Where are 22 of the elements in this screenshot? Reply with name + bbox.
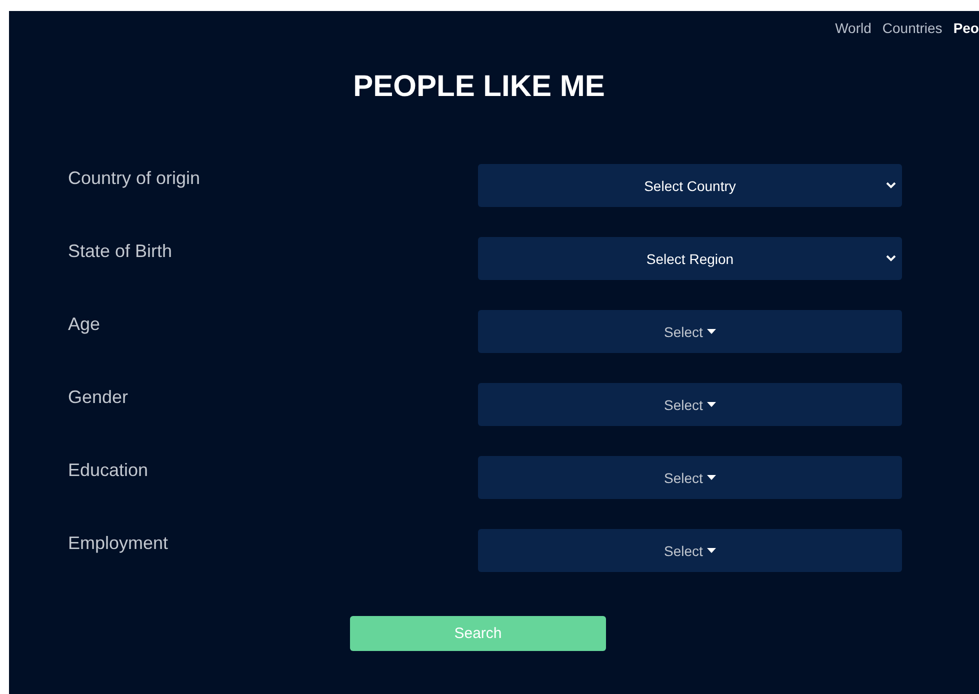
caret-icon <box>706 329 716 334</box>
nav-link[interactable]: World <box>835 20 872 40</box>
field-label: Country of origin <box>68 167 202 190</box>
dropdown-button[interactable]: Select <box>478 383 902 426</box>
field-label: State of Birth <box>68 240 174 263</box>
chevron-down-icon <box>886 254 896 262</box>
field-label: Age <box>68 313 102 336</box>
field-label: Education <box>68 459 150 482</box>
nav-link[interactable]: Peo <box>953 20 979 40</box>
select-field[interactable]: Select Region <box>478 237 902 280</box>
field-label: Gender <box>68 386 130 409</box>
field-label: Employment <box>68 532 170 555</box>
caret-icon <box>706 475 716 480</box>
nav-link[interactable]: Countries <box>882 20 942 40</box>
caret-icon <box>706 548 716 553</box>
page-title: PEOPLE LIKE ME <box>352 70 606 104</box>
dropdown-button[interactable]: Select <box>478 310 902 353</box>
dropdown-button[interactable]: Select <box>478 456 902 499</box>
caret-icon <box>706 402 716 407</box>
select-field[interactable]: Select Country <box>478 164 902 207</box>
dropdown-button[interactable]: Select <box>478 529 902 572</box>
chevron-down-icon <box>886 181 896 189</box>
